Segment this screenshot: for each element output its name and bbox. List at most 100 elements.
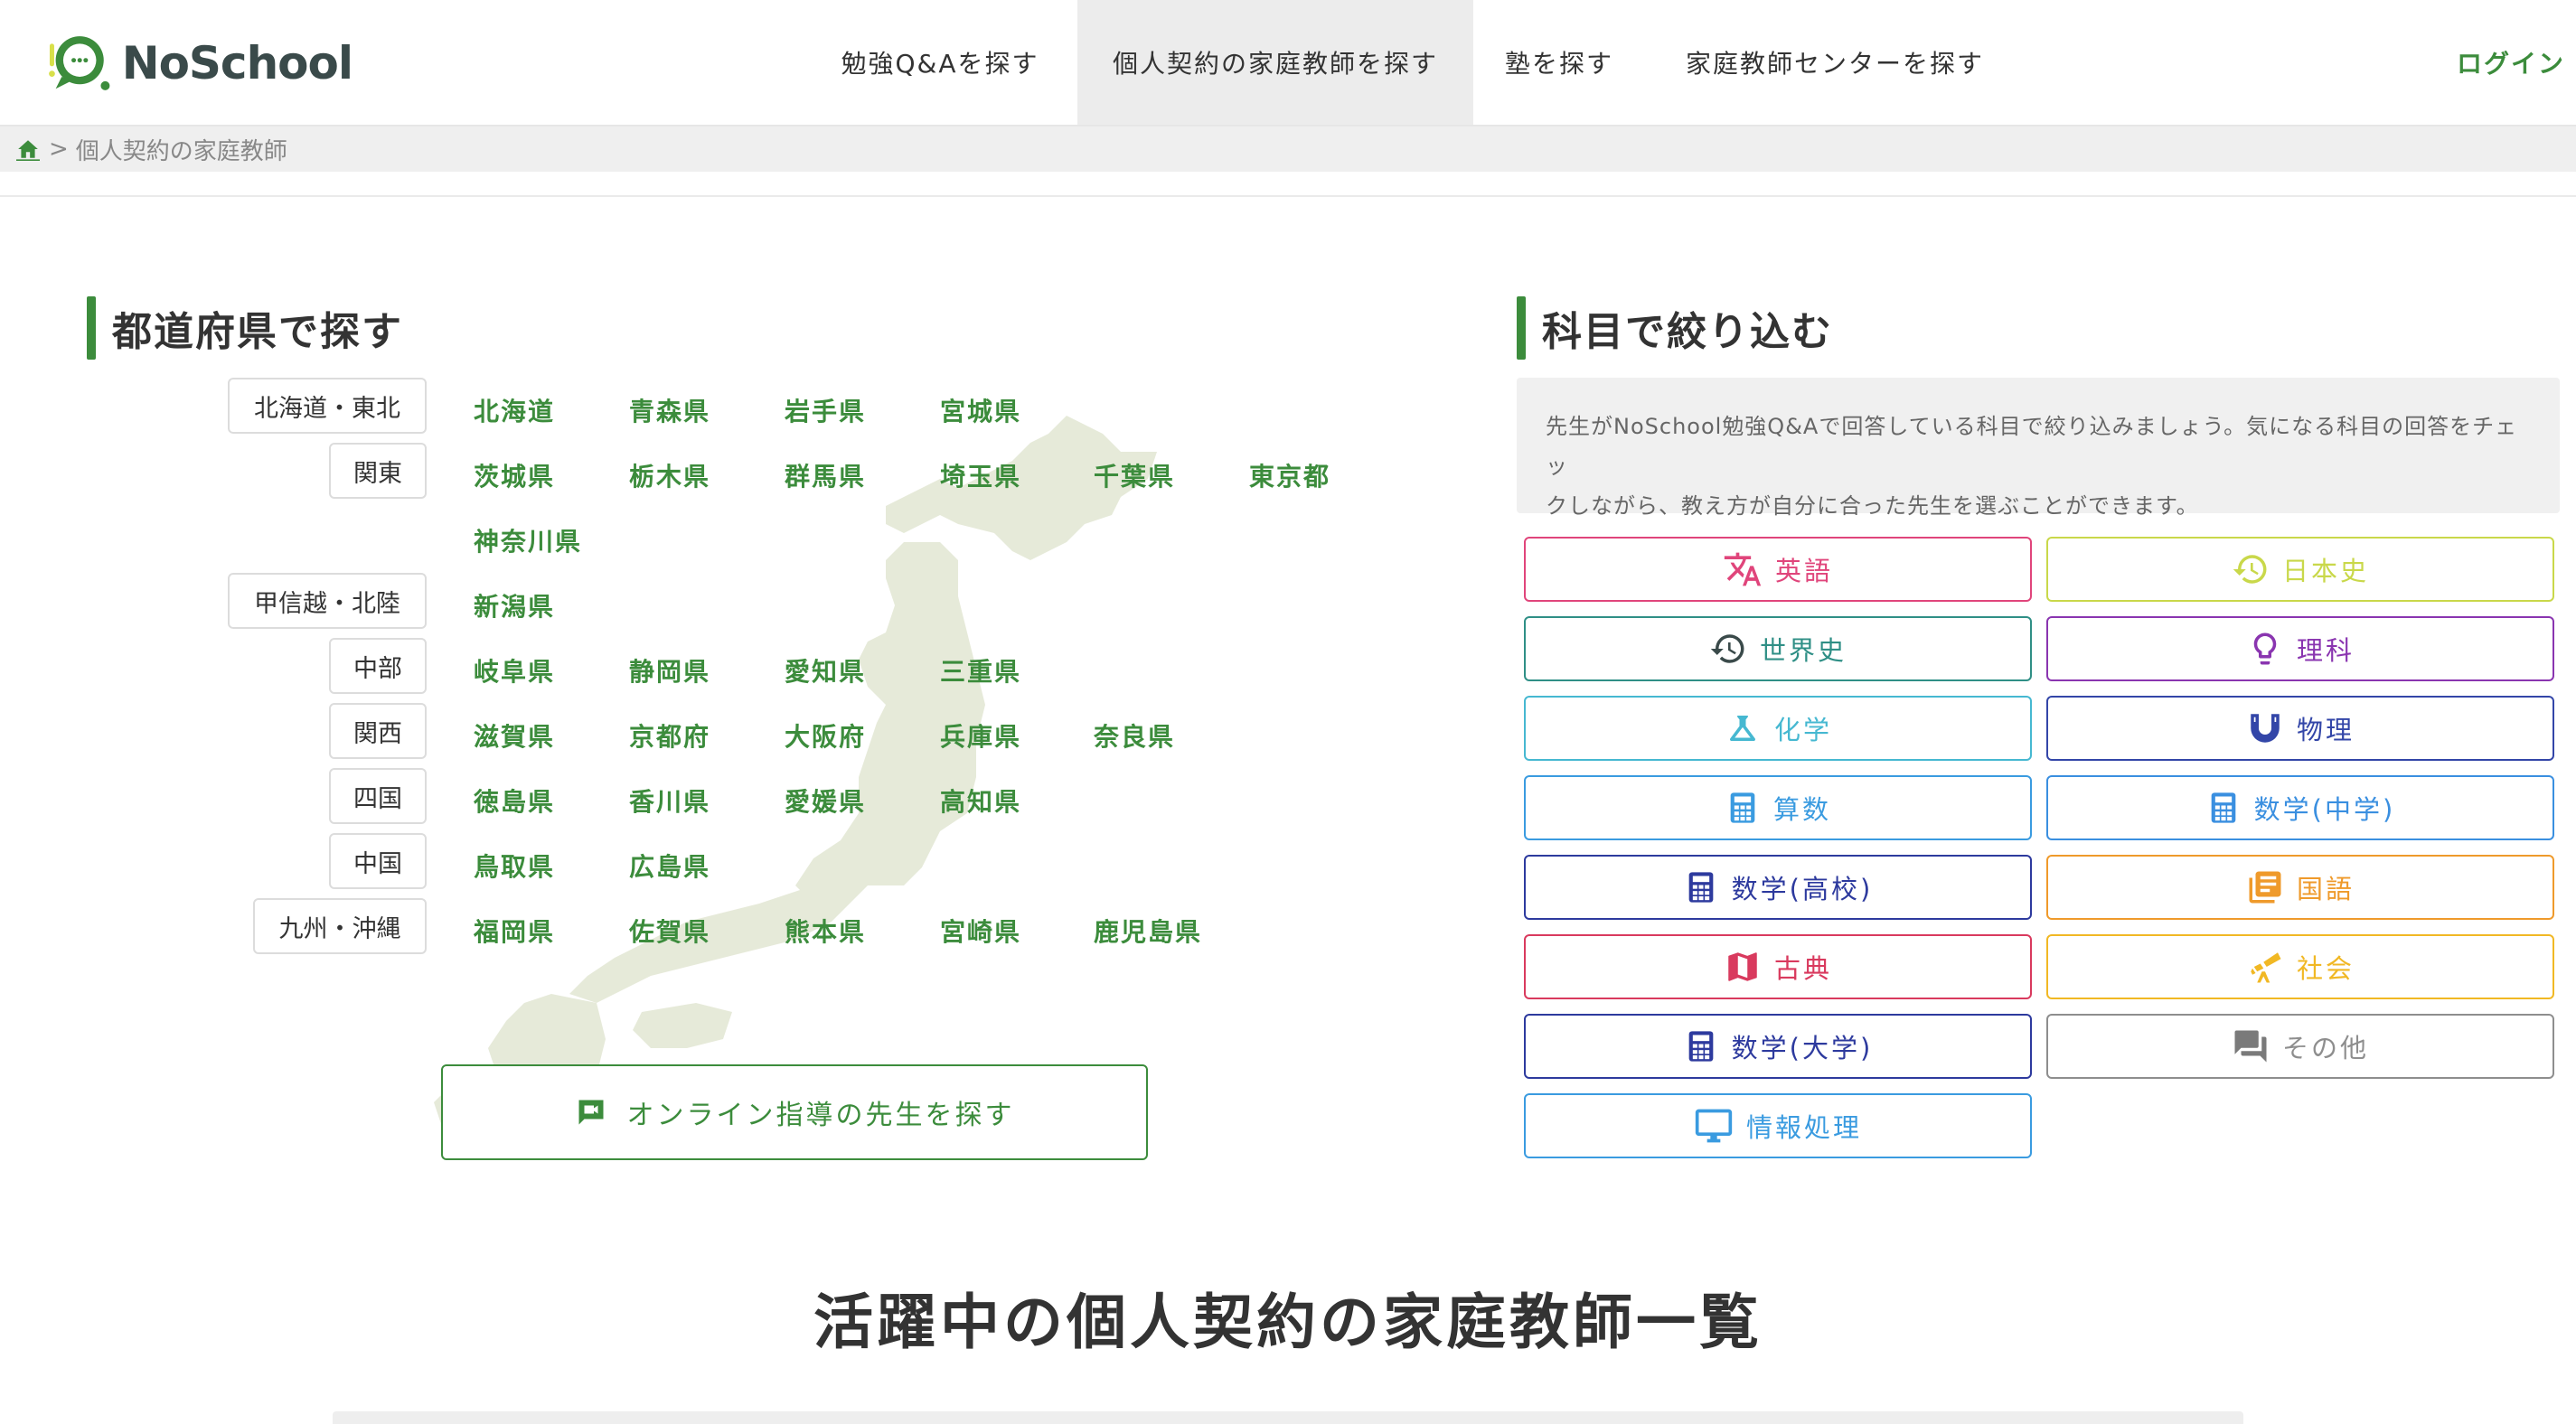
region-kanto[interactable]: 関東 (329, 443, 427, 499)
pref-link[interactable]: 埼玉県 (940, 457, 1021, 493)
subject-japanese-history-button[interactable]: 日本史 (2046, 537, 2554, 602)
subject-math-middle-button[interactable]: 数学(中学) (2046, 775, 2554, 840)
pref-link[interactable]: 静岡県 (629, 652, 710, 689)
subject-label: 世界史 (1759, 635, 1847, 666)
pref-link[interactable]: 徳島県 (474, 782, 555, 819)
subject-label: 英語 (1774, 556, 1833, 586)
subject-math-high-button[interactable]: 数学(高校) (1524, 855, 2032, 920)
subject-classics-button[interactable]: 古典 (1524, 934, 2032, 999)
subject-label: 情報処理 (1745, 1112, 1862, 1143)
home-icon[interactable] (16, 137, 40, 161)
lightbulb-icon (2253, 632, 2277, 665)
nav-private-tutor[interactable]: 個人契約の家庭教師を探す (1077, 0, 1473, 125)
subject-social-button[interactable]: 社会 (2046, 934, 2554, 999)
subject-section-title: 科目で絞り込む (1542, 309, 1833, 355)
breadcrumb: > 個人契約の家庭教師 (0, 126, 2576, 172)
breadcrumb-separator: > (49, 136, 69, 163)
prefecture-section-heading: 都道府県で探す (87, 296, 403, 360)
history-icon (2233, 555, 2267, 584)
site-logo[interactable]: NoSchool (45, 27, 353, 99)
pref-link[interactable]: 新潟県 (474, 587, 555, 623)
pref-link[interactable]: 大阪府 (785, 717, 866, 754)
subject-label: 日本史 (2281, 556, 2369, 586)
subject-section-heading: 科目で絞り込む (1517, 296, 1833, 360)
pref-link[interactable]: 滋賀県 (474, 717, 555, 754)
pref-link[interactable]: 東京都 (1249, 457, 1330, 493)
pref-link[interactable]: 広島県 (629, 848, 710, 884)
pref-link[interactable]: 愛知県 (785, 652, 866, 689)
region-shikoku[interactable]: 四国 (329, 768, 427, 824)
pref-link[interactable]: 鳥取県 (474, 848, 555, 884)
subject-information-button[interactable]: 情報処理 (1524, 1093, 2032, 1158)
monitor-icon (1695, 1109, 1733, 1143)
pref-link[interactable]: 福岡県 (474, 913, 555, 949)
subject-chemistry-button[interactable]: 化学 (1524, 696, 2032, 761)
subject-label: 理科 (2296, 635, 2355, 666)
logo-mark-icon (49, 36, 110, 90)
pref-link[interactable]: 宮城県 (940, 392, 1021, 428)
pref-link[interactable]: 青森県 (629, 392, 710, 428)
pref-link[interactable]: 佐賀県 (629, 913, 710, 949)
site-header: NoSchool 勉強Q&Aを探す 個人契約の家庭教師を探す 塾を探す 家庭教師… (0, 0, 2576, 126)
subject-label: 化学 (1773, 715, 1832, 745)
pref-link[interactable]: 熊本県 (785, 913, 866, 949)
video-chat-icon (578, 1100, 603, 1125)
pref-link[interactable]: 群馬県 (785, 457, 866, 493)
pref-link[interactable]: 三重県 (940, 652, 1021, 689)
region-hokkaido-tohoku[interactable]: 北海道・東北 (228, 378, 427, 434)
book-icon (2249, 871, 2281, 904)
login-link[interactable]: ログイン (2457, 0, 2565, 125)
divider (0, 195, 2576, 197)
pref-link[interactable]: 京都府 (629, 717, 710, 754)
subject-english-button[interactable]: 英語 (1524, 537, 2032, 602)
flask-icon (1729, 716, 1755, 741)
online-tutor-button[interactable]: オンライン指導の先生を探す (441, 1064, 1148, 1160)
pref-link[interactable]: 香川県 (629, 782, 710, 819)
online-tutor-label: オンライン指導の先生を探す (626, 1100, 1015, 1131)
subject-arithmetic-button[interactable]: 算数 (1524, 775, 2032, 840)
subject-world-history-button[interactable]: 世界史 (1524, 616, 2032, 681)
pref-link[interactable]: 茨城県 (474, 457, 555, 493)
subject-label: 数学(中学) (2253, 794, 2396, 825)
pref-link[interactable]: 岩手県 (785, 392, 866, 428)
nav-qa[interactable]: 勉強Q&Aを探す (832, 0, 1048, 125)
pref-link[interactable]: 愛媛県 (785, 782, 866, 819)
breadcrumb-current: 個人契約の家庭教師 (75, 137, 287, 165)
subject-physics-button[interactable]: 物理 (2046, 696, 2554, 761)
heading-accent-bar (87, 296, 96, 360)
region-chubu[interactable]: 中部 (329, 638, 427, 694)
history-icon (1710, 634, 1744, 663)
subject-description-line: クしながら、教え方が自分に合った先生を選ぶことができます。 (1546, 493, 2199, 519)
region-kyushu-okinawa[interactable]: 九州・沖縄 (253, 898, 427, 954)
calculator-icon (1688, 872, 1714, 903)
pref-link[interactable]: 奈良県 (1094, 717, 1175, 754)
heading-accent-bar (1517, 296, 1526, 360)
region-koshinetsu-hokuriku[interactable]: 甲信越・北陸 (228, 573, 427, 629)
pref-link[interactable]: 鹿児島県 (1094, 913, 1202, 949)
region-kansai[interactable]: 関西 (329, 703, 427, 759)
subject-science-button[interactable]: 理科 (2046, 616, 2554, 681)
pref-link[interactable]: 北海道 (474, 392, 555, 428)
region-chugoku[interactable]: 中国 (329, 833, 427, 889)
tutor-list-panel-top (333, 1411, 2243, 1424)
prefecture-section-title: 都道府県で探す (112, 309, 403, 355)
nav-tutor-center[interactable]: 家庭教師センターを探す (1663, 0, 2007, 125)
magnet-icon (2251, 714, 2280, 743)
pref-link[interactable]: 岐阜県 (474, 652, 555, 689)
pref-link[interactable]: 神奈川県 (474, 522, 582, 558)
pref-link[interactable]: 宮崎県 (940, 913, 1021, 949)
pref-link[interactable]: 千葉県 (1094, 457, 1175, 493)
telescope-icon (2251, 952, 2281, 983)
subject-label: 国語 (2296, 874, 2355, 904)
pref-link[interactable]: 兵庫県 (940, 717, 1021, 754)
calculator-icon (1688, 1031, 1714, 1062)
nav-cram-school[interactable]: 塾を探す (1491, 0, 1627, 125)
pref-link[interactable]: 栃木県 (629, 457, 710, 493)
subject-japanese-button[interactable]: 国語 (2046, 855, 2554, 920)
pref-link[interactable]: 高知県 (940, 782, 1021, 819)
subject-other-button[interactable]: その他 (2046, 1014, 2554, 1079)
subject-description: 先生がNoSchool勉強Q&Aで回答している科目で絞り込みましょう。気になる科… (1517, 378, 2560, 519)
subject-label: 社会 (2296, 953, 2355, 984)
subject-math-university-button[interactable]: 数学(大学) (1524, 1014, 2032, 1079)
subject-label: その他 (2281, 1033, 2369, 1063)
